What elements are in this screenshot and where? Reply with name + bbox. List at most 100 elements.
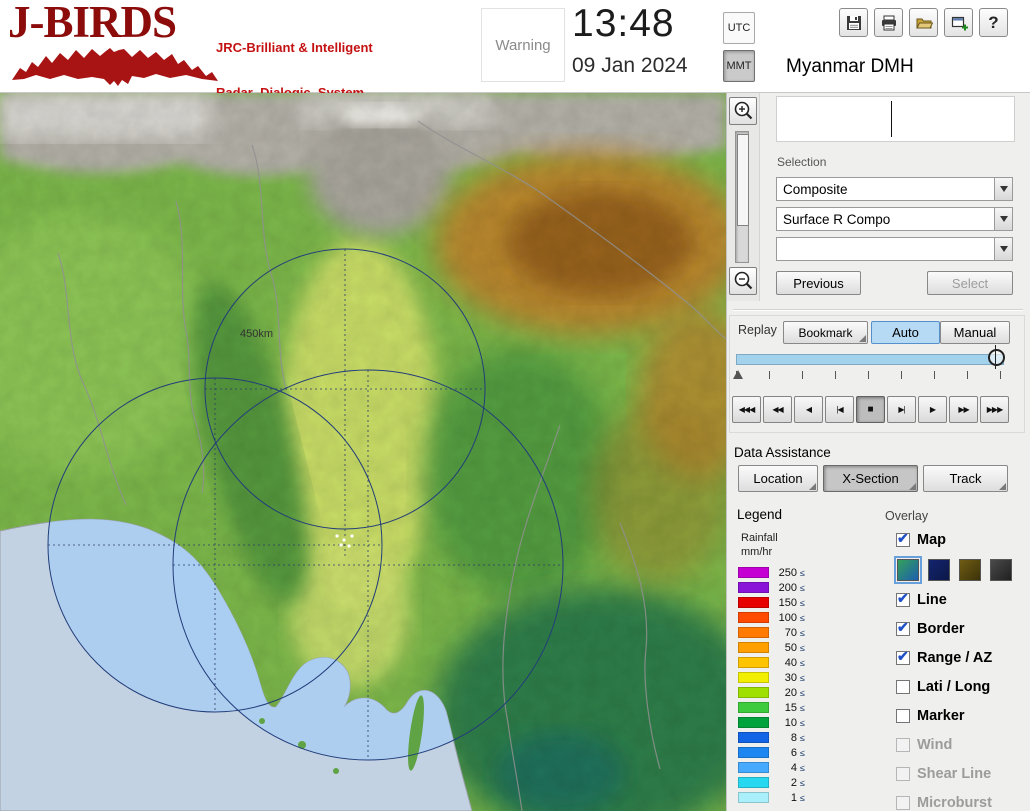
checkbox-lati-long[interactable] [896, 680, 910, 694]
play-button[interactable]: ▶ [918, 396, 947, 423]
map-style-olive[interactable] [959, 559, 981, 581]
fast-rewind-button[interactable]: ◀◀ [763, 396, 792, 423]
legend-lte-symbol[interactable]: ≤ [800, 778, 805, 788]
checkbox-line[interactable] [896, 590, 910, 607]
chevron-down-icon[interactable] [994, 208, 1012, 230]
legend-value: 70 [784, 626, 797, 639]
legend-row: 4 ≤ [738, 760, 805, 775]
select-button[interactable]: Select [927, 271, 1013, 295]
step-forward-button[interactable]: ▶| [887, 396, 916, 423]
previous-button[interactable]: Previous [776, 271, 861, 295]
legend-lte-symbol[interactable]: ≤ [800, 718, 805, 728]
extra-combobox[interactable] [776, 237, 1013, 261]
legend-lte-symbol[interactable]: ≤ [800, 688, 805, 698]
legend-row: 6 ≤ [738, 745, 805, 760]
legend-lte-symbol[interactable]: ≤ [800, 628, 805, 638]
chevron-down-icon[interactable] [994, 238, 1012, 260]
zoom-in-icon [734, 101, 753, 120]
overlay-item-shear-line[interactable]: Shear Line [896, 763, 1028, 785]
checkbox-microburst[interactable] [896, 796, 910, 810]
print-button[interactable] [874, 8, 903, 37]
legend-lte-symbol[interactable]: ≤ [800, 658, 805, 668]
overlay-item-label: Border [917, 621, 965, 637]
legend-color-swatch [738, 612, 769, 623]
export-button[interactable] [944, 8, 973, 37]
auto-button[interactable]: Auto [871, 321, 940, 344]
legend-lte-symbol[interactable]: ≤ [800, 763, 805, 773]
legend-value: 8 [790, 731, 797, 744]
overlay-item-map[interactable]: Map [896, 529, 1028, 551]
zoom-in-button[interactable] [729, 97, 757, 125]
map-style-terrain[interactable] [894, 556, 922, 584]
legend-row: 2 ≤ [738, 775, 805, 790]
zoom-slider[interactable] [735, 131, 749, 263]
legend-lte-symbol[interactable]: ≤ [800, 733, 805, 743]
stop-button[interactable]: ■ [856, 396, 885, 423]
legend-color-swatch [738, 792, 769, 803]
skip-first-button[interactable]: ◀◀◀ [732, 396, 761, 423]
zoom-slider-thumb[interactable] [737, 134, 749, 226]
track-button[interactable]: Track [923, 465, 1008, 492]
bookmark-button[interactable]: Bookmark [783, 321, 868, 344]
clock-time: 13:48 [572, 2, 675, 45]
legend-value: 4 [790, 761, 797, 774]
replay-slider[interactable] [736, 354, 1004, 365]
product-combobox-value: Composite [783, 181, 848, 197]
save-button[interactable] [839, 8, 868, 37]
overlay-item-border[interactable]: Border [896, 618, 1028, 640]
overlay-item-microburst[interactable]: Microburst [896, 792, 1028, 811]
legend-lte-symbol[interactable]: ≤ [800, 643, 805, 653]
chevron-down-icon[interactable] [994, 178, 1012, 200]
map-style-dark[interactable] [990, 559, 1012, 581]
legend-lte-symbol[interactable]: ≤ [800, 613, 805, 623]
reverse-play-button[interactable]: ◀ [794, 396, 823, 423]
legend-lte-symbol[interactable]: ≤ [800, 598, 805, 608]
legend-lte-symbol[interactable]: ≤ [800, 748, 805, 758]
overlay-item-wind[interactable]: Wind [896, 734, 1028, 756]
legend-value: 40 [784, 656, 797, 669]
radar-map[interactable]: 450km [0, 93, 726, 811]
legend-value: 10 [784, 716, 797, 729]
overlay-item-range-az[interactable]: Range / AZ [896, 647, 1028, 669]
fast-forward-button[interactable]: ▶▶ [949, 396, 978, 423]
checkbox-map[interactable] [896, 530, 910, 547]
location-button[interactable]: Location [738, 465, 818, 492]
overlay-item-label: Range / AZ [917, 650, 993, 666]
product-combobox[interactable]: Composite [776, 177, 1013, 201]
legend-lte-symbol[interactable]: ≤ [800, 583, 805, 593]
checkbox-border[interactable] [896, 619, 910, 636]
checkbox-shear-line[interactable] [896, 767, 910, 781]
legend-color-swatch [738, 582, 769, 593]
legend-lte-symbol[interactable]: ≤ [800, 673, 805, 683]
legend-lte-symbol[interactable]: ≤ [800, 793, 805, 803]
legend-value: 6 [790, 746, 797, 759]
map-style-navy[interactable] [928, 559, 950, 581]
help-button[interactable]: ? [979, 8, 1008, 37]
legend-lte-symbol[interactable]: ≤ [800, 703, 805, 713]
step-back-button[interactable]: |◀ [825, 396, 854, 423]
replay-slider-thumb[interactable] [988, 345, 1005, 369]
open-button[interactable] [909, 8, 938, 37]
overlay-item-lati-long[interactable]: Lati / Long [896, 676, 1028, 698]
legend-row: 1 ≤ [738, 790, 805, 805]
legend-color-swatch [738, 597, 769, 608]
zoom-out-button[interactable] [729, 267, 757, 295]
overlay-item-marker[interactable]: Marker [896, 705, 1028, 727]
checkbox-range-az[interactable] [896, 648, 910, 665]
separator [733, 309, 1023, 311]
warning-button[interactable]: Warning [481, 8, 565, 82]
checkbox-wind[interactable] [896, 738, 910, 752]
mmt-button[interactable]: MMT [723, 50, 755, 82]
legend-lte-symbol[interactable]: ≤ [800, 568, 805, 578]
manual-button[interactable]: Manual [940, 321, 1010, 344]
checkbox-marker[interactable] [896, 709, 910, 723]
status-box[interactable] [776, 96, 1015, 142]
overlay-item-line[interactable]: Line [896, 589, 1028, 611]
mode-combobox[interactable]: Surface R Compo [776, 207, 1013, 231]
warning-label: Warning [495, 36, 551, 54]
skip-last-button[interactable]: ▶▶▶ [980, 396, 1009, 423]
utc-button[interactable]: UTC [723, 12, 755, 44]
x-section-button[interactable]: X-Section [823, 465, 918, 492]
text-caret [891, 101, 892, 137]
legend-value: 50 [784, 641, 797, 654]
